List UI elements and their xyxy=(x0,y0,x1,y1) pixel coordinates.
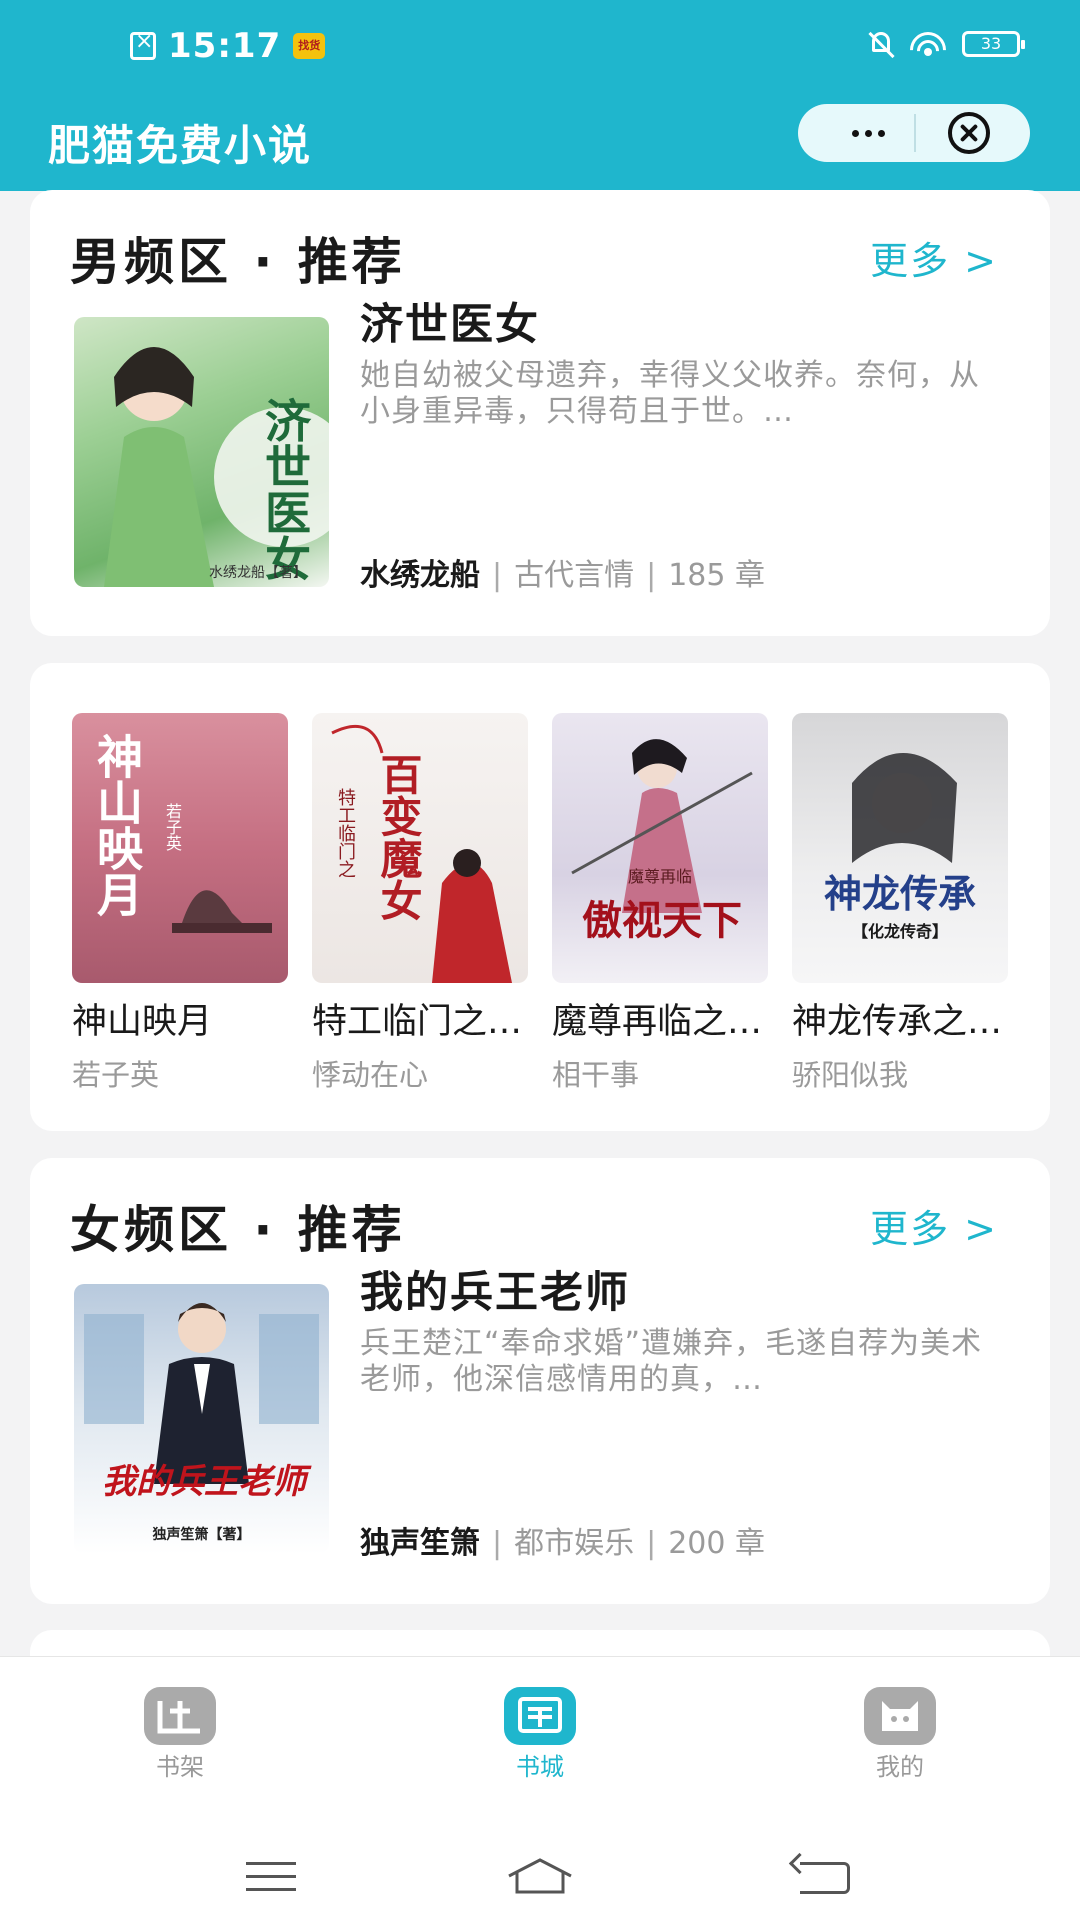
grid-book-title[interactable]: 神龙传承之化龙传奇 xyxy=(792,993,1008,1044)
grid-book-author: 相干事 xyxy=(552,1058,640,1092)
tab-bookshelf[interactable]: 书架 xyxy=(120,1687,240,1782)
capsule-divider xyxy=(914,114,916,152)
grid-book-title[interactable]: 特工临门之百变魔女 xyxy=(312,993,528,1044)
bookshelf-icon xyxy=(144,1687,216,1745)
wifi-icon xyxy=(910,30,946,58)
cover-title-text: 神龙传承 xyxy=(823,871,976,916)
female-recommend-card: 女频区 · 推荐 更多 > 我的兵王老师 独声笙箫【著】 我的兵王老师 兵王楚江… xyxy=(30,1158,1050,1604)
profile-icon xyxy=(864,1687,936,1745)
status-bar: 15:17 找货 33 xyxy=(0,0,1080,100)
cover-title-text: 我的兵王老师 xyxy=(102,1462,306,1502)
cover-subtitle-text: 魔尊再临 xyxy=(627,867,692,886)
cover-title-text: 傲视天下 xyxy=(582,897,742,944)
battery-icon: 33 xyxy=(962,31,1025,57)
bookstore-icon xyxy=(504,1687,576,1745)
book-cover-aoshitianxia[interactable]: 傲视天下 魔尊再临 xyxy=(552,713,768,983)
grid-book-author: 骄阳似我 xyxy=(792,1058,909,1092)
cover-art xyxy=(852,753,957,863)
book-title[interactable]: 济世医女 xyxy=(360,290,540,352)
cover-subtitle-text: 特工临门之 xyxy=(335,788,356,878)
book-cover-jishiyinv[interactable]: 济世医女 水绣龙船【著】 xyxy=(74,317,329,587)
cover-subtitle-text: 【化龙传奇】 xyxy=(851,922,948,941)
home-icon[interactable] xyxy=(505,1856,575,1896)
app-title: 肥猫免费小说 xyxy=(48,121,313,170)
male-grid-card: 神山映月 若子英 神山映月 若子英 百变魔女 特工临门之 特工临门之百变魔女 悸… xyxy=(30,663,1050,1131)
grid-book-4[interactable]: 神龙传承 【化龙传奇】 神龙传承之化龙传奇 骄阳似我 xyxy=(792,713,1008,1094)
book-cover-wodebingwanglaoshi[interactable]: 我的兵王老师 独声笙箫【著】 xyxy=(74,1284,329,1554)
app-header: 15:17 找货 33 肥猫免费小说 xyxy=(0,0,1080,191)
back-icon[interactable] xyxy=(800,1862,850,1894)
male-recommend-card: 男频区 · 推荐 更多 > 济世医女 水绣龙船【著】 济世医女 她自幼被父母遗弃… xyxy=(30,190,1050,636)
book-cover-shenshanyingyue[interactable]: 神山映月 若子英 xyxy=(72,713,288,983)
cover-author-text: 水绣龙船【著】 xyxy=(209,565,307,581)
more-options-icon[interactable] xyxy=(828,104,908,162)
notification-app-icon: 找货 xyxy=(293,33,326,59)
tab-label: 书架 xyxy=(156,1753,204,1781)
status-time: 15:17 xyxy=(168,26,282,66)
grid-book-title[interactable]: 魔尊再临之傲视天下 xyxy=(552,993,768,1044)
system-nav-bar xyxy=(0,1796,1080,1920)
book-genre: 都市娱乐 xyxy=(514,1526,635,1561)
cover-title-text: 百变魔女 xyxy=(374,753,423,921)
book-chapters: 185 章 xyxy=(668,558,766,593)
cover-author-text: 独声笙箫【著】 xyxy=(152,1527,251,1543)
grid-book-1[interactable]: 神山映月 若子英 神山映月 若子英 xyxy=(72,713,288,1094)
book-cover-shenlongchuancheng[interactable]: 神龙传承 【化龙传奇】 xyxy=(792,713,1008,983)
section-title-male: 男频区 · 推荐 xyxy=(70,233,406,291)
mute-bell-icon xyxy=(868,30,895,59)
close-miniapp-icon[interactable] xyxy=(948,112,990,154)
cover-art xyxy=(84,1303,319,1484)
more-link-male[interactable]: 更多 > xyxy=(870,230,998,285)
book-genre: 古代言情 xyxy=(514,558,635,593)
grid-book-author: 若子英 xyxy=(72,1058,160,1092)
book-meta: 水绣龙船 | 古代言情 | 185 章 xyxy=(360,558,766,593)
book-title[interactable]: 我的兵王老师 xyxy=(360,1258,630,1320)
book-chapters: 200 章 xyxy=(668,1526,766,1561)
book-cover-baibianmonv[interactable]: 百变魔女 特工临门之 xyxy=(312,713,528,983)
book-author: 独声笙箫 xyxy=(360,1526,480,1561)
grid-book-title[interactable]: 神山映月 xyxy=(72,993,288,1044)
book-author: 水绣龙船 xyxy=(360,558,480,593)
miniapp-capsule xyxy=(798,104,1030,162)
book-description: 兵王楚江“奉命求婚”遭嫌弃，毛遂自荐为美术老师，他深信感情用的真，… xyxy=(360,1326,983,1397)
book-meta: 独声笙箫 | 都市娱乐 | 200 章 xyxy=(360,1526,766,1561)
grid-book-3[interactable]: 傲视天下 魔尊再临 魔尊再临之傲视天下 相干事 xyxy=(552,713,768,1094)
tab-profile[interactable]: 我的 xyxy=(840,1687,960,1782)
grid-book-2[interactable]: 百变魔女 特工临门之 特工临门之百变魔女 悸动在心 xyxy=(312,713,528,1094)
tab-bookstore[interactable]: 书城 xyxy=(480,1687,600,1782)
tab-label: 书城 xyxy=(516,1753,564,1781)
grid-book-author: 悸动在心 xyxy=(312,1058,429,1092)
book-description: 她自幼被父母遗弃，幸得义父收养。奈何，从小身重异毒，只得苟且于世。… xyxy=(360,358,980,429)
more-link-female[interactable]: 更多 > xyxy=(870,1198,998,1253)
tab-label: 我的 xyxy=(876,1753,924,1781)
bottom-tab-bar: 书架 书城 我的 xyxy=(0,1656,1080,1796)
no-sim-icon xyxy=(130,29,156,60)
cover-title-text: 济世医女 xyxy=(258,397,312,581)
cover-art xyxy=(172,890,272,933)
recent-apps-icon[interactable] xyxy=(246,1862,296,1892)
section-title-female: 女频区 · 推荐 xyxy=(70,1201,406,1259)
